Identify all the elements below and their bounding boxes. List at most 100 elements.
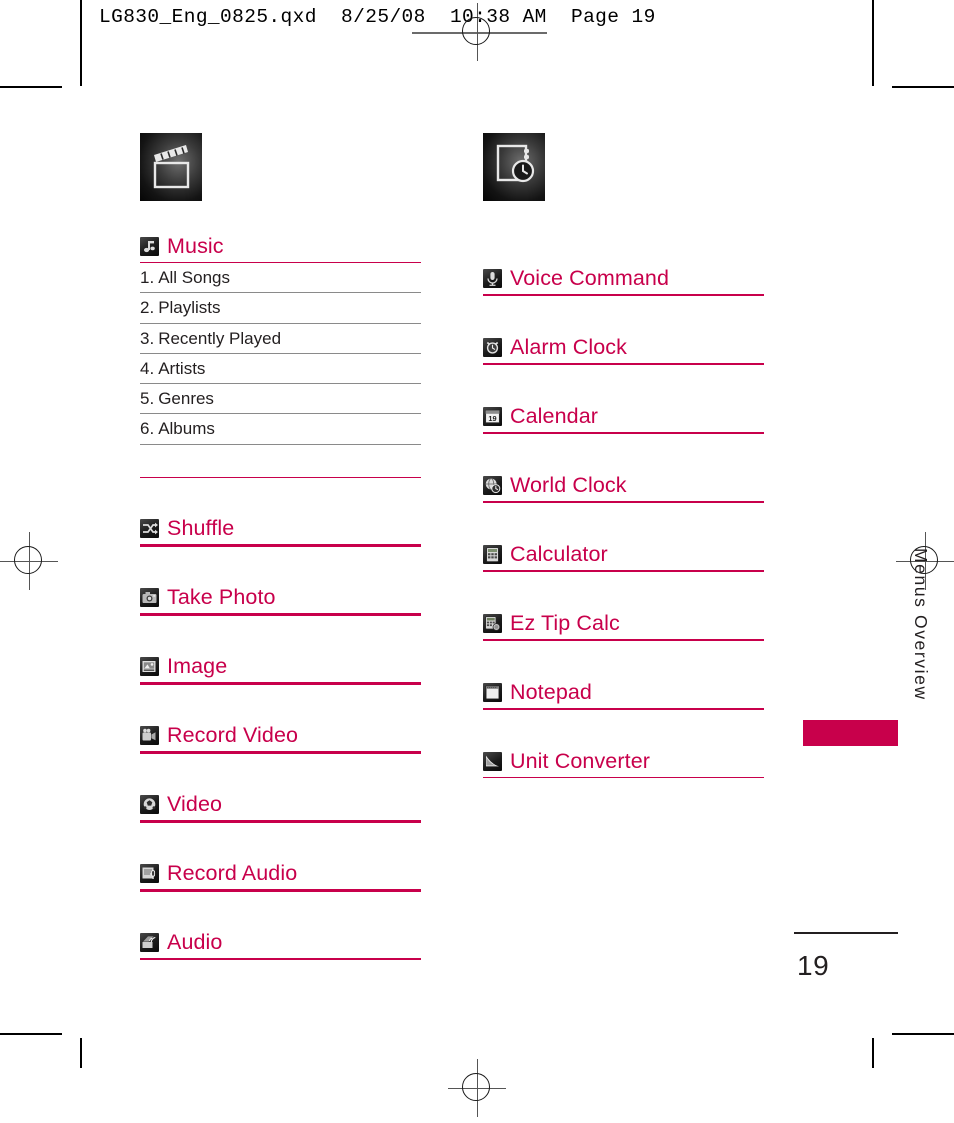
menu-entry-row[interactable]: Video [140,790,222,820]
menu-entry-title: Video [167,792,223,817]
menu-entry-row[interactable]: Calculator [483,539,608,569]
crop-mark-bottom-right-v [872,1038,874,1068]
list-item-label: All Songs [158,268,231,287]
menu-entry-title: Alarm Clock [510,334,627,359]
registration-mark-left [0,532,58,590]
page-number: 19 [797,950,830,981]
entry-rule [140,683,421,686]
menu-entry-audio[interactable]: Audio [140,890,421,960]
file-slug-header: LG830_Eng_0825.qxd 8/25/08 10:38 AM Page… [99,6,656,28]
menu-entry-title: Calendar [510,403,599,428]
list-item-label: Playlists [158,298,221,318]
registration-mark-top [448,3,506,61]
crop-mark-top-left-v [80,56,82,86]
menu-entry-row[interactable]: Audio [140,928,223,958]
list-item-number: 5. [140,389,155,409]
notepad-icon [483,682,502,702]
entry-rule [483,709,764,711]
list-item[interactable]: 3. Recently Played [140,324,421,355]
menu-entry-record-video[interactable]: Record Video [140,683,421,753]
menu-entry-world-clock[interactable]: World Clock [483,433,764,502]
menu-entry-shuffle[interactable]: Shuffle [140,476,421,546]
list-item-label: Artists [158,358,206,378]
menu-entry-row[interactable]: Image [140,652,227,682]
menu-entry-title: Ez Tip Calc [510,610,620,635]
entry-rule [140,958,421,960]
menu-entry-row[interactable]: Unit Converter [483,746,650,776]
list-item[interactable]: 2. Playlists [140,293,421,324]
menu-entry-notepad[interactable]: Notepad [483,640,764,709]
menu-entry-image[interactable]: Image [140,614,421,684]
menu-entry-row[interactable]: Ez Tip Calc [483,608,620,638]
crop-mark-bottom-left-v [80,1038,82,1068]
menu-entry-alarm-clock[interactable]: Alarm Clock [483,295,764,364]
list-item-number: 1. [140,268,155,287]
menu-entry-ez-tip-calc[interactable]: Ez Tip Calc [483,571,764,640]
menu-entry-record-audio[interactable]: Record Audio [140,821,421,891]
list-item-label: Albums [158,419,215,439]
menu-entry-title: Record Video [167,723,299,748]
menu-entry-title: Music [167,233,224,258]
list-item-number: 2. [140,298,155,318]
section-rail-tab [803,720,898,746]
entry-rule [483,640,764,642]
menu-entry-row[interactable]: Voice Command [483,263,669,293]
trim-line-left [80,0,82,58]
menu-entry-voice-command[interactable]: Voice Command [483,226,764,295]
menu-entry-row[interactable]: Take Photo [140,583,276,613]
menu-entry-take-photo[interactable]: Take Photo [140,545,421,615]
menu-entry-title: Calculator [510,541,608,566]
menu-entry-calculator[interactable]: Calculator [483,502,764,571]
menu-entry-unit-converter[interactable]: Unit Converter [483,709,764,778]
crop-mark-bottom-left [0,1033,62,1035]
calendar-icon: 19 [483,406,502,426]
menu-entry-row[interactable]: Record Video [140,721,298,751]
entry-rule [483,502,764,504]
crop-mark-top-left [0,86,62,88]
globe-clock-icon [483,475,502,495]
menu-entry-row[interactable]: Notepad [483,677,592,707]
notepad-clock-icon [483,133,545,201]
menu-entry-row[interactable]: Shuffle [140,514,234,544]
section-rail-label: Menus Overview [911,548,931,701]
entry-rule [483,571,764,573]
video-ball-icon [140,795,159,815]
menu-entry-row[interactable]: Record Audio [140,859,297,889]
microphone-page-icon [140,864,159,884]
camcorder-icon [140,726,159,746]
menu-entry-row[interactable]: Music [140,231,224,261]
entry-rule [483,295,764,297]
menu-entry-title: Audio [167,930,223,955]
menu-entry-video[interactable]: Video [140,752,421,822]
list-item[interactable]: 6. Albums [140,414,421,446]
unit-converter-icon [483,751,502,771]
menu-entry-row[interactable]: 19 Calendar [483,401,598,431]
list-item[interactable]: 1. All Songs [140,263,421,294]
image-icon [140,657,159,677]
menu-entry-title: Image [167,654,228,679]
menu-entry-music[interactable]: Music [140,226,421,263]
music-sub-list: 1. All Songs 2. Playlists 3. Recently Playe… [140,263,421,446]
crop-mark-bottom-right [892,1033,954,1035]
list-item[interactable]: 4. Artists [140,354,421,385]
menu-entry-title: Voice Command [510,265,670,290]
microphone-icon [483,268,502,288]
menu-entry-title: Notepad [510,679,592,704]
menu-entry-row[interactable]: Alarm Clock [483,332,627,362]
folio-rule [794,932,898,934]
registration-ring [462,17,490,45]
menu-entry-row[interactable]: World Clock [483,470,627,500]
entry-rule [483,776,764,778]
list-item[interactable]: 5. Genres [140,384,421,415]
menu-entry-title: Record Audio [167,861,298,886]
clapperboard-icon [140,133,202,201]
registration-ring [14,546,42,574]
audio-speaker-icon [140,933,159,953]
menu-column-left: Music 1. All Songs 2. Playlists 3. Recently… [140,133,421,960]
menu-entry-title: Take Photo [167,585,276,610]
entry-rule [140,821,421,824]
menu-entry-calendar[interactable]: 19 Calendar [483,364,764,433]
music-note-icon [140,236,159,256]
list-item-label: Genres [158,389,214,409]
